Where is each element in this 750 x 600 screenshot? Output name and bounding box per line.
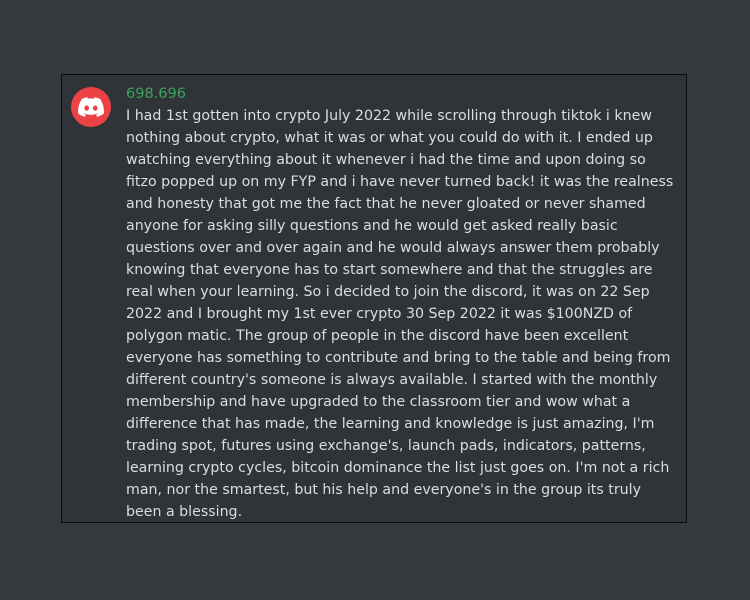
discord-logo-icon (78, 97, 104, 117)
username[interactable]: 698.696 (126, 85, 186, 103)
message-text: I had 1st gotten into crypto July 2022 w… (126, 108, 674, 520)
message-card: 698.696 I had 1st gotten into crypto Jul… (61, 74, 687, 523)
user-avatar[interactable] (71, 87, 111, 127)
